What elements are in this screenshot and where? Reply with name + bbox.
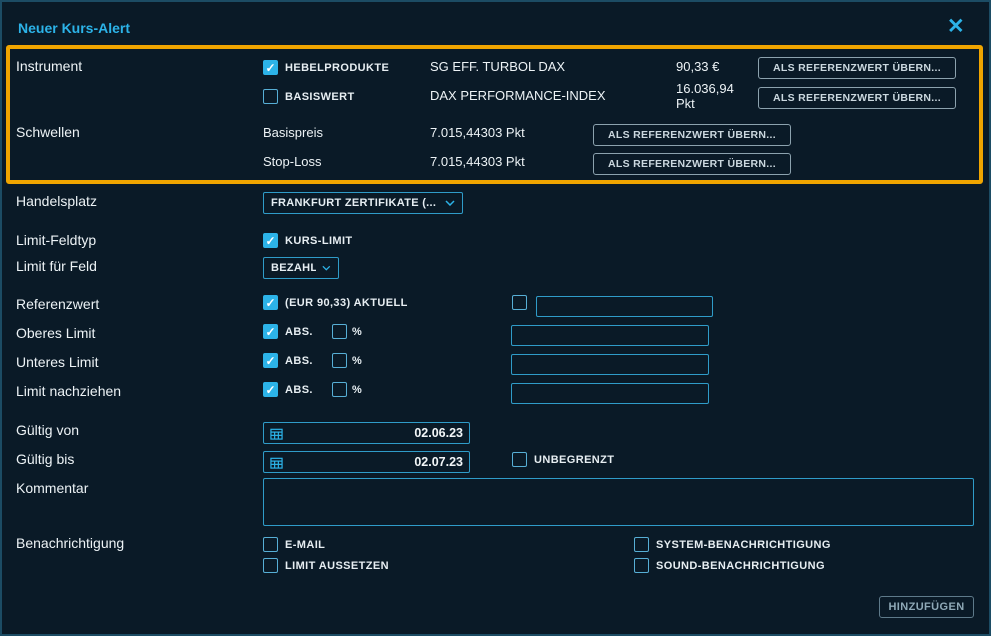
gueltig-von-input[interactable]: [289, 426, 463, 440]
limit-nachziehen-pct-checkbox[interactable]: ✓: [332, 382, 347, 397]
check-icon: ✓: [265, 235, 275, 247]
limit-aussetzen-label: LIMIT AUSSETZEN: [285, 560, 389, 572]
kurs-limit-label: KURS-LIMIT: [285, 235, 353, 247]
email-label: E-MAIL: [285, 539, 325, 551]
referenzwert-custom-input[interactable]: [536, 296, 713, 317]
basiswert-label: BASISWERT: [285, 91, 355, 103]
hebelprodukte-price: 90,33 €: [676, 59, 719, 74]
hinzufuegen-button[interactable]: HINZUFÜGEN: [879, 596, 974, 618]
unteres-limit-label: Unteres Limit: [16, 354, 98, 370]
calendar-icon[interactable]: [270, 456, 283, 469]
stop-loss-label: Stop-Loss: [263, 154, 322, 169]
system-benachrichtigung-label: SYSTEM-BENACHRICHTIGUNG: [656, 539, 831, 551]
limit-nachziehen-abs-label: ABS.: [285, 384, 313, 396]
gueltig-von-field[interactable]: [263, 422, 470, 444]
check-icon: ✓: [265, 297, 275, 309]
email-checkbox[interactable]: ✓: [263, 537, 278, 552]
unteres-limit-abs-label: ABS.: [285, 355, 313, 367]
uebernehmen-button-hebelprodukte[interactable]: ALS REFERENZWERT ÜBERN...: [758, 57, 956, 79]
limit-nachziehen-input[interactable]: [511, 383, 709, 404]
limit-feldtyp-label: Limit-Feldtyp: [16, 232, 96, 248]
kurs-limit-checkbox[interactable]: ✓: [263, 233, 278, 248]
instrument-label: Instrument: [16, 58, 82, 74]
schwellen-label: Schwellen: [16, 124, 80, 140]
unteres-limit-abs-checkbox[interactable]: ✓: [263, 353, 278, 368]
uebernehmen-button-basiswert[interactable]: ALS REFERENZWERT ÜBERN...: [758, 87, 956, 109]
oberes-limit-pct-label: %: [352, 326, 362, 338]
dialog-title: Neuer Kurs-Alert: [18, 20, 130, 36]
sound-benachrichtigung-checkbox[interactable]: ✓: [634, 558, 649, 573]
handelsplatz-select[interactable]: FRANKFURT ZERTIFIKATE (...: [263, 192, 463, 214]
chevron-down-icon: [322, 265, 331, 271]
referenzwert-custom-checkbox[interactable]: ✓: [512, 295, 527, 310]
limit-fuer-feld-selected-value: BEZAHLT: [271, 262, 316, 274]
basiswert-price: 16.036,94 Pkt: [676, 81, 748, 111]
limit-nachziehen-label: Limit nachziehen: [16, 383, 121, 399]
basiswert-instrument-name: DAX PERFORMANCE-INDEX: [430, 88, 606, 103]
limit-fuer-feld-select[interactable]: BEZAHLT: [263, 257, 339, 279]
gueltig-bis-label: Gültig bis: [16, 451, 74, 467]
limit-fuer-feld-label: Limit für Feld: [16, 258, 97, 274]
gueltig-von-label: Gültig von: [16, 422, 79, 438]
calendar-icon[interactable]: [270, 427, 283, 440]
unbegrenzt-label: UNBEGRENZT: [534, 454, 614, 466]
close-button[interactable]: ✕: [947, 16, 965, 37]
handelsplatz-label: Handelsplatz: [16, 193, 97, 209]
hebelprodukte-checkbox[interactable]: ✓: [263, 60, 278, 75]
benachrichtigung-label: Benachrichtigung: [16, 535, 124, 551]
check-icon: ✓: [265, 355, 275, 367]
gueltig-bis-field[interactable]: [263, 451, 470, 473]
uebernehmen-button-basispreis[interactable]: ALS REFERENZWERT ÜBERN...: [593, 124, 791, 146]
unteres-limit-pct-checkbox[interactable]: ✓: [332, 353, 347, 368]
kommentar-label: Kommentar: [16, 480, 88, 496]
oberes-limit-input[interactable]: [511, 325, 709, 346]
oberes-limit-abs-label: ABS.: [285, 326, 313, 338]
referenzwert-aktuell-label: (EUR 90,33) AKTUELL: [285, 297, 408, 309]
limit-aussetzen-checkbox[interactable]: ✓: [263, 558, 278, 573]
check-icon: ✓: [265, 384, 275, 396]
gueltig-bis-input[interactable]: [289, 455, 463, 469]
check-icon: ✓: [265, 326, 275, 338]
neuer-kurs-alert-dialog: Neuer Kurs-Alert ✕ Instrument ✓ HEBELPRO…: [0, 0, 991, 636]
hebelprodukte-label: HEBELPRODUKTE: [285, 62, 389, 74]
oberes-limit-pct-checkbox[interactable]: ✓: [332, 324, 347, 339]
limit-nachziehen-pct-label: %: [352, 384, 362, 396]
handelsplatz-selected-value: FRANKFURT ZERTIFIKATE (...: [271, 197, 436, 209]
referenzwert-label: Referenzwert: [16, 296, 99, 312]
stop-loss-value: 7.015,44303 Pkt: [430, 154, 525, 169]
hebelprodukte-instrument-name: SG EFF. TURBOL DAX: [430, 59, 565, 74]
referenzwert-aktuell-checkbox[interactable]: ✓: [263, 295, 278, 310]
unteres-limit-input[interactable]: [511, 354, 709, 375]
system-benachrichtigung-checkbox[interactable]: ✓: [634, 537, 649, 552]
unteres-limit-pct-label: %: [352, 355, 362, 367]
check-icon: ✓: [265, 62, 275, 74]
close-icon: ✕: [947, 15, 965, 38]
limit-nachziehen-abs-checkbox[interactable]: ✓: [263, 382, 278, 397]
basiswert-checkbox[interactable]: ✓: [263, 89, 278, 104]
kommentar-textarea[interactable]: [263, 478, 974, 526]
uebernehmen-button-stop-loss[interactable]: ALS REFERENZWERT ÜBERN...: [593, 153, 791, 175]
oberes-limit-abs-checkbox[interactable]: ✓: [263, 324, 278, 339]
oberes-limit-label: Oberes Limit: [16, 325, 95, 341]
unbegrenzt-checkbox[interactable]: ✓: [512, 452, 527, 467]
chevron-down-icon: [445, 200, 455, 206]
basispreis-value: 7.015,44303 Pkt: [430, 125, 525, 140]
basispreis-label: Basispreis: [263, 125, 323, 140]
sound-benachrichtigung-label: SOUND-BENACHRICHTIGUNG: [656, 560, 825, 572]
